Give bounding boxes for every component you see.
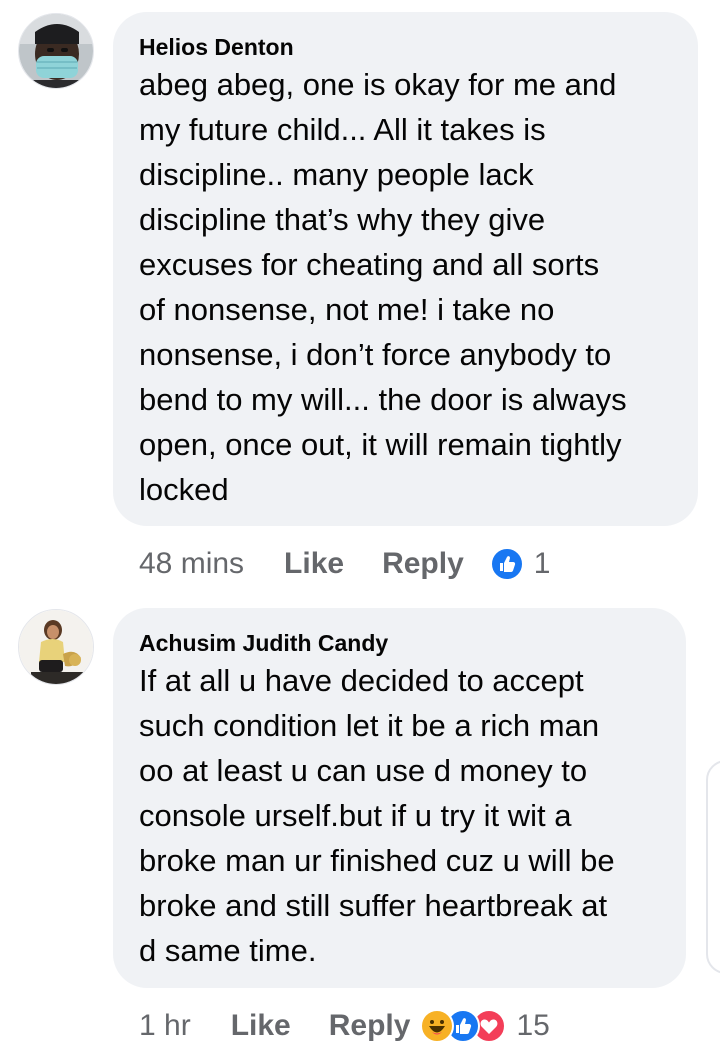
- like-icon: [489, 547, 524, 581]
- comment-text: If at all u have decided to accept such …: [139, 658, 662, 973]
- comment-author[interactable]: Achusim Judith Candy: [139, 628, 662, 658]
- like-button[interactable]: Like: [231, 1009, 291, 1043]
- comment-text-line: my future child... All it takes is: [139, 112, 546, 147]
- reaction-summary[interactable]: 15: [420, 1009, 550, 1043]
- comment-text-line: open, once out, it will remain tightly: [139, 427, 622, 462]
- avatar-photo-woman: [19, 610, 93, 684]
- reaction-count: 1: [533, 547, 551, 580]
- comment-bubble: Achusim Judith Candy If at all u have de…: [113, 608, 686, 988]
- avatar[interactable]: [18, 609, 94, 685]
- comment-text-line: excuses for cheating and all sorts: [139, 247, 600, 282]
- comment-text-line: console urself.but if u try it wit a: [139, 798, 572, 833]
- comment-text-line: locked: [139, 472, 229, 507]
- like-button[interactable]: Like: [284, 547, 344, 581]
- comment-text-line: broke and still suffer heartbreak at: [139, 888, 608, 923]
- comment-text-line: discipline.. many people lack: [139, 157, 534, 192]
- comment-text-line: If at all u have decided to accept: [139, 663, 584, 698]
- reaction-summary[interactable]: 1: [489, 547, 551, 581]
- comment-text-line: d same time.: [139, 933, 317, 968]
- comment-timestamp[interactable]: 1 hr: [139, 1009, 191, 1043]
- comment-thread: Helios Denton abeg abeg, one is okay for…: [0, 0, 720, 1045]
- reaction-count: 15: [516, 1009, 550, 1042]
- comment-text-line: such condition let it be a rich man: [139, 708, 600, 743]
- comment-timestamp[interactable]: 48 mins: [139, 547, 244, 581]
- comment-text-line: broke man ur finished cuz u will be: [139, 843, 615, 878]
- comment-author[interactable]: Helios Denton: [139, 32, 674, 62]
- comment-text-line: bend to my will... the door is always: [139, 382, 627, 417]
- reply-button[interactable]: Reply: [382, 547, 464, 581]
- comment-text-line: abeg abeg, one is okay for me and: [139, 67, 617, 102]
- comment-actions: 1 hr Like Reply 15: [139, 1006, 550, 1045]
- avatar[interactable]: [18, 13, 94, 89]
- reply-button[interactable]: Reply: [329, 1009, 411, 1043]
- comment-text-line: oo at least u can use d money to: [139, 753, 588, 788]
- comment-text: abeg abeg, one is okay for me and my fut…: [139, 62, 674, 512]
- floating-reaction-card: [706, 760, 720, 974]
- comment-text-line: discipline that’s why they give: [139, 202, 546, 237]
- haha-icon: [420, 1009, 455, 1043]
- comment-bubble: Helios Denton abeg abeg, one is okay for…: [113, 12, 698, 526]
- comment-actions: 48 mins Like Reply 1: [139, 544, 550, 584]
- avatar-photo-masked-man: [19, 14, 93, 88]
- comment-text-line: nonsense, i don’t force anybody to: [139, 337, 612, 372]
- comment-text-line: of nonsense, not me! i take no: [139, 292, 555, 327]
